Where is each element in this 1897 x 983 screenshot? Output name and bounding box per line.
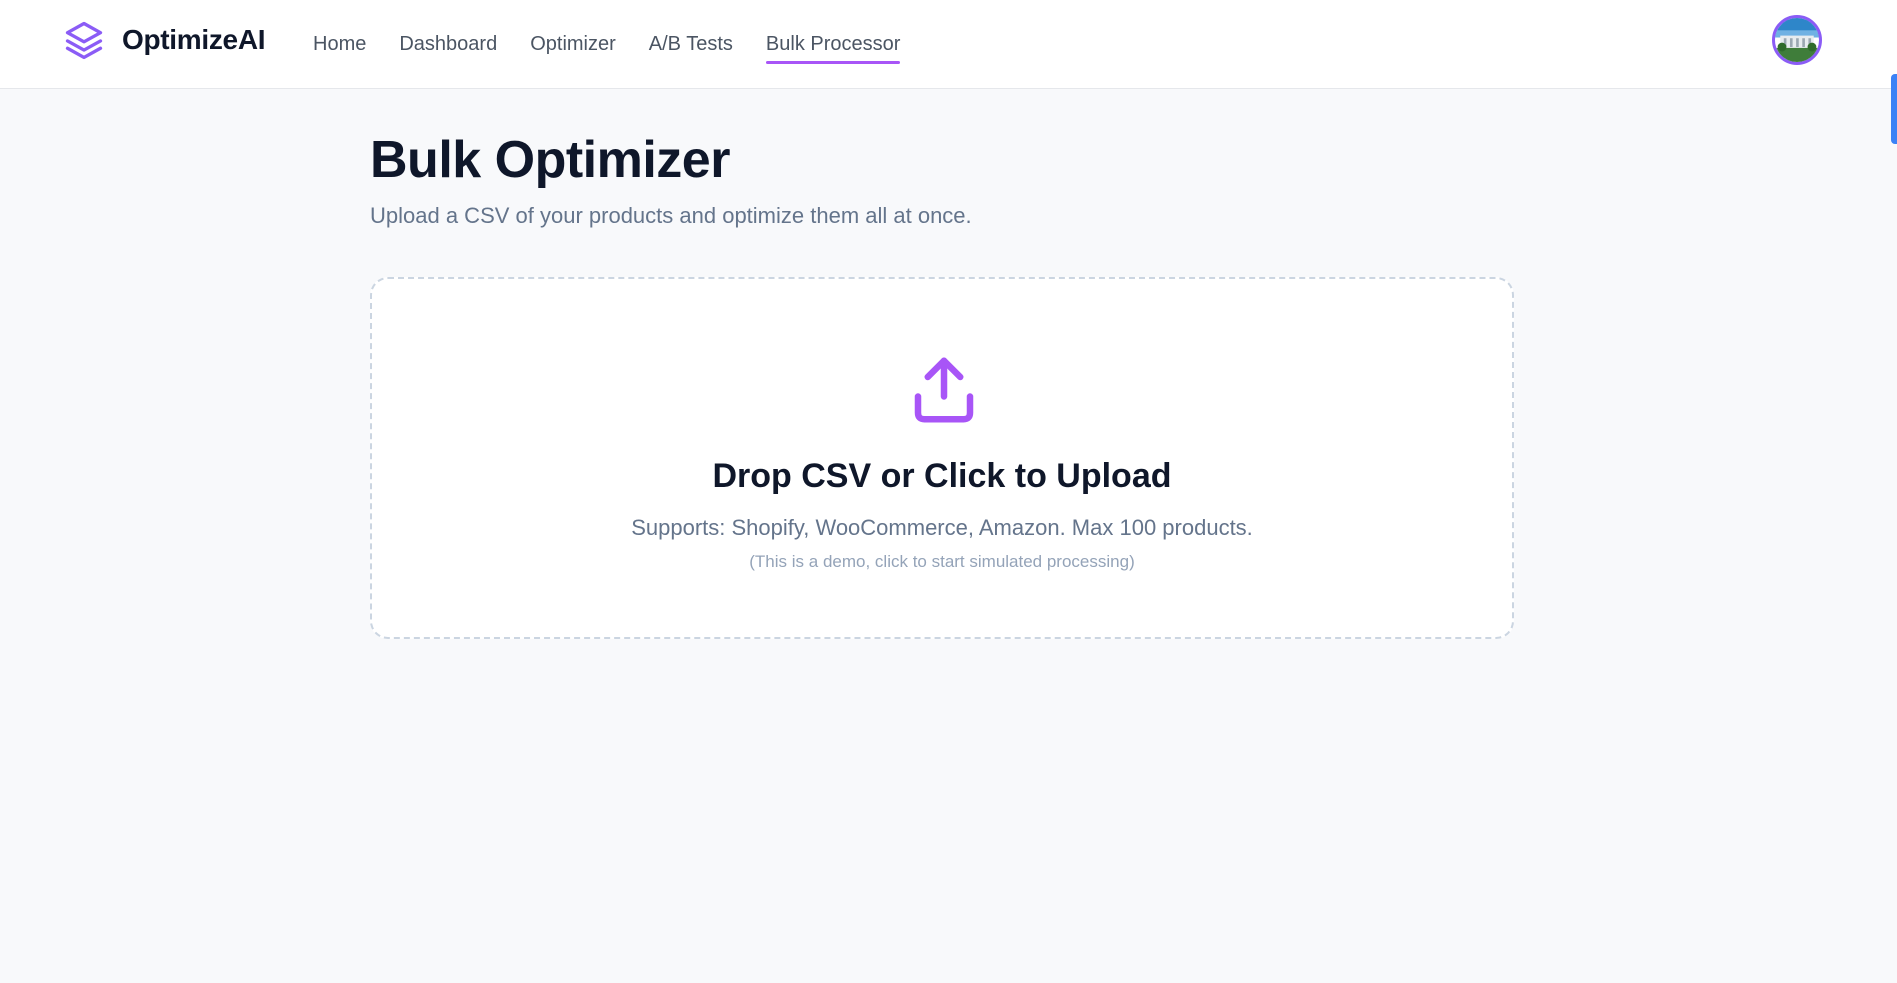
- nav-item-ab-tests[interactable]: A/B Tests: [649, 0, 733, 89]
- nav-item-home[interactable]: Home: [313, 0, 366, 89]
- page-title: Bulk Optimizer: [370, 131, 730, 189]
- page-subtitle: Upload a CSV of your products and optimi…: [370, 203, 972, 228]
- brand-logo[interactable]: OptimizeAI: [62, 18, 266, 62]
- layers-icon: [65, 21, 103, 60]
- upload-icon: [905, 351, 983, 429]
- nav-item-optimizer[interactable]: Optimizer: [530, 0, 616, 89]
- scrollbar-tab[interactable]: [1891, 74, 1897, 144]
- dropzone-title: Drop CSV or Click to Upload: [712, 457, 1172, 495]
- dropzone-demo-note: (This is a demo, click to start simulate…: [749, 552, 1135, 571]
- csv-upload-dropzone[interactable]: Drop CSV or Click to Upload Supports: Sh…: [370, 277, 1514, 639]
- user-avatar[interactable]: [1772, 15, 1822, 65]
- avatar-image: [1775, 18, 1819, 62]
- dropzone-supports-text: Supports: Shopify, WooCommerce, Amazon. …: [631, 515, 1253, 540]
- top-navigation-bar: OptimizeAI Home Dashboard Optimizer A/B …: [0, 0, 1897, 89]
- main-nav: Home Dashboard Optimizer A/B Tests Bulk …: [313, 0, 933, 89]
- brand-name: OptimizeAI: [122, 24, 266, 55]
- nav-item-dashboard[interactable]: Dashboard: [399, 0, 497, 89]
- nav-item-bulk-processor[interactable]: Bulk Processor: [765, 0, 900, 89]
